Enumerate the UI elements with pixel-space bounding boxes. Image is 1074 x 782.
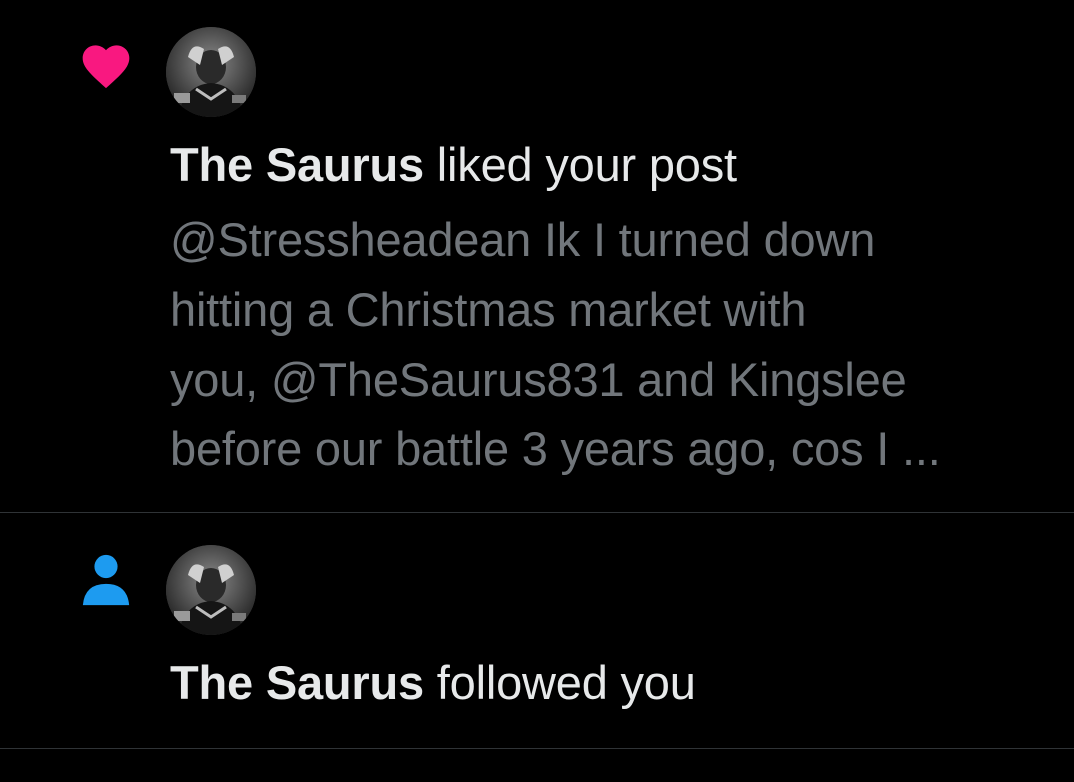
post-preview-line[interactable]: hitting a Christmas market with: [170, 275, 807, 345]
notification-text: The Saurus followed you: [170, 648, 696, 718]
actor-name[interactable]: The Saurus: [170, 656, 424, 709]
avatar-image: [166, 545, 256, 635]
action-text: followed you: [423, 656, 696, 709]
actor-name[interactable]: The Saurus: [170, 138, 424, 191]
post-preview-line[interactable]: you, @TheSaurus831 and Kingslee: [170, 345, 907, 415]
avatar[interactable]: [166, 545, 256, 635]
person-icon: [82, 554, 130, 606]
notification-text: The Saurus liked your post: [170, 130, 737, 200]
avatar-image: [166, 27, 256, 117]
action-text: liked your post: [423, 138, 737, 191]
post-preview-line[interactable]: before our battle 3 years ago, cos I ...: [170, 414, 941, 484]
post-preview-line[interactable]: @Stressheadean Ik I turned down: [170, 205, 875, 275]
like-notification[interactable]: The Saurus liked your post @Stressheadea…: [0, 0, 1074, 513]
heart-icon: [82, 45, 130, 89]
avatar[interactable]: [166, 27, 256, 117]
